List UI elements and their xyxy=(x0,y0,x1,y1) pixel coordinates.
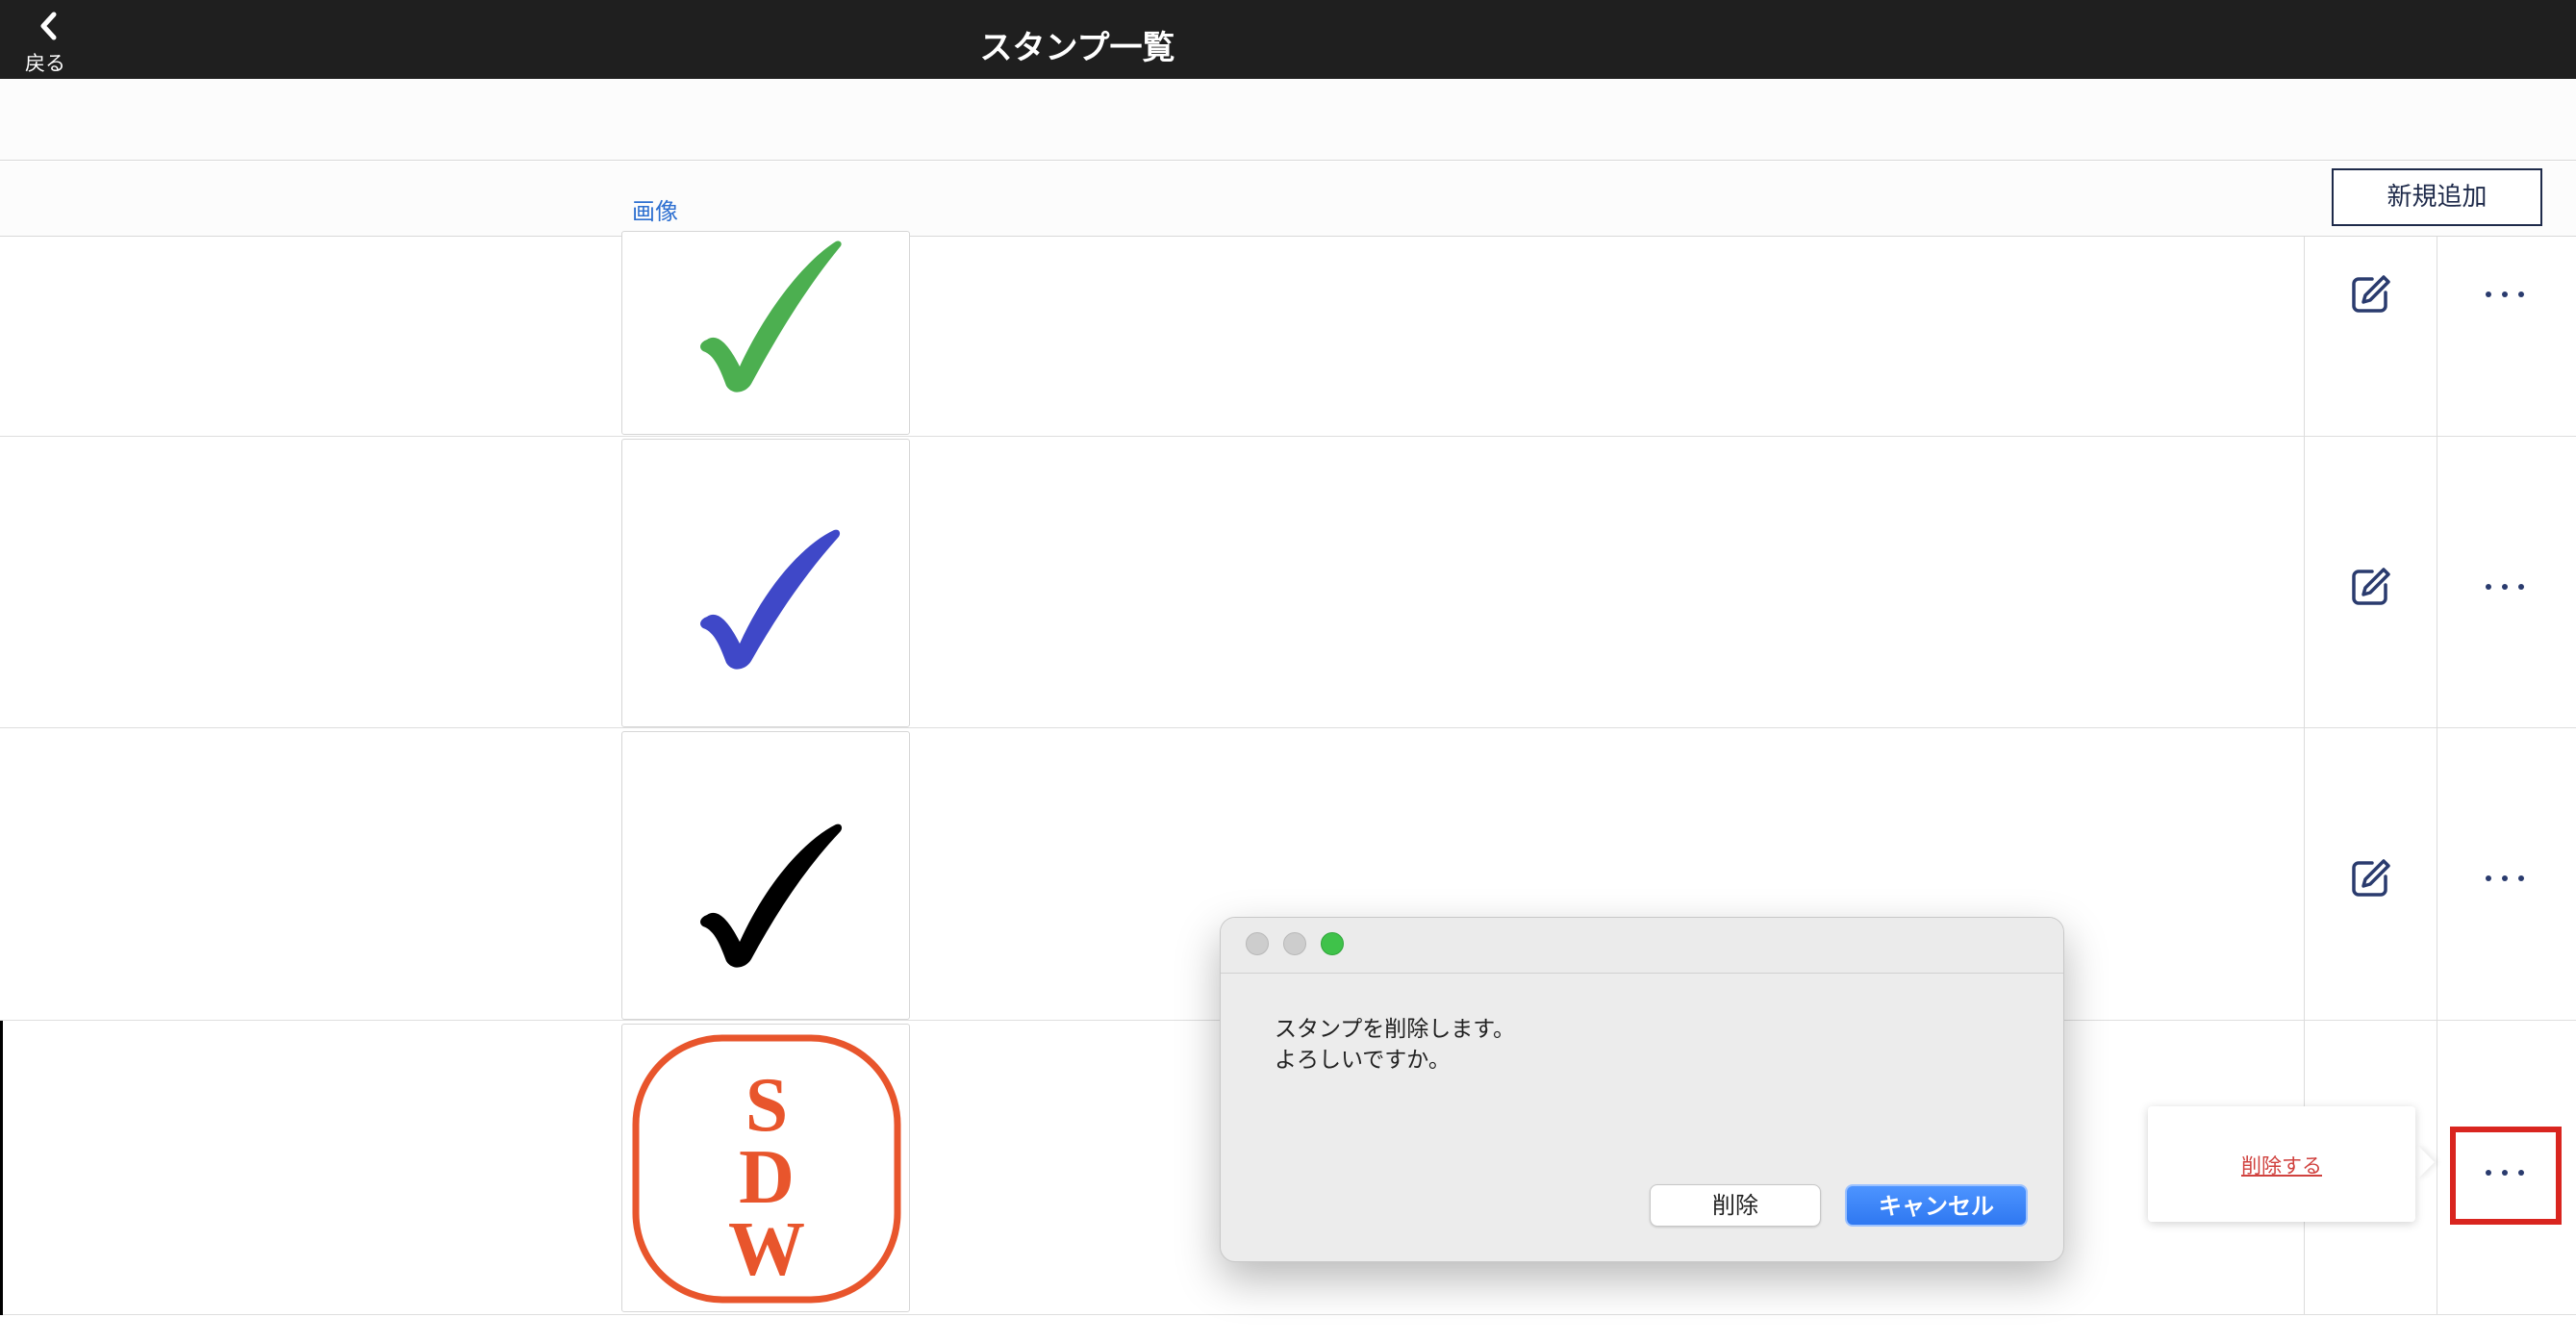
edit-button[interactable] xyxy=(2347,564,2393,610)
svg-text:W: W xyxy=(728,1207,805,1292)
dot xyxy=(2502,291,2508,297)
minimize-window-icon[interactable] xyxy=(1283,932,1306,955)
edit-button[interactable] xyxy=(2347,271,2393,317)
more-options-button[interactable] xyxy=(2480,280,2530,309)
confirm-dialog: スタンプを削除します。 よろしいですか。 削除 キャンセル xyxy=(1220,917,2064,1262)
checkmark-icon xyxy=(700,824,843,968)
add-new-button[interactable]: 新規追加 xyxy=(2332,168,2542,226)
dot xyxy=(2502,875,2508,881)
table-row xyxy=(0,237,2576,437)
close-window-icon[interactable] xyxy=(1246,932,1269,955)
edit-icon xyxy=(2352,275,2390,313)
dot xyxy=(2518,291,2524,297)
toolbar-strip xyxy=(0,79,2576,161)
dot xyxy=(2518,584,2524,590)
edit-button[interactable] xyxy=(2347,855,2393,901)
dot xyxy=(2486,584,2491,590)
dialog-cancel-button[interactable]: キャンセル xyxy=(1845,1184,2028,1227)
checkmark-icon xyxy=(700,241,842,393)
dot xyxy=(2518,875,2524,881)
page-title: スタンプ一覧 xyxy=(979,29,1175,67)
more-options-button[interactable] xyxy=(2480,572,2530,601)
zoom-window-icon[interactable] xyxy=(1321,932,1344,955)
edit-icon xyxy=(2352,859,2390,897)
row-edge xyxy=(0,1021,3,1315)
highlight-box xyxy=(2450,1127,2562,1225)
table-row xyxy=(0,437,2576,728)
table-header xyxy=(0,162,2576,237)
delete-link[interactable]: 削除する xyxy=(2148,1151,2415,1179)
stamp-thumbnail[interactable] xyxy=(621,231,910,435)
more-options-button[interactable] xyxy=(2480,864,2530,893)
dialog-delete-button[interactable]: 削除 xyxy=(1650,1184,1821,1227)
dot xyxy=(2502,584,2508,590)
stamp-thumbnail[interactable] xyxy=(621,731,910,1020)
checkmark-icon xyxy=(700,529,841,670)
stamp-list-screen: { "header": { "back_label": "戻る", "title… xyxy=(0,0,2576,1343)
dialog-message-line1: スタンプを削除します。 xyxy=(1275,1017,1516,1042)
actions-popover: 削除する xyxy=(2148,1106,2415,1222)
stamp-thumbnail[interactable]: S D W xyxy=(621,1024,910,1312)
column-header-image[interactable]: 画像 xyxy=(632,192,678,226)
app-header: 戻る スタンプ一覧 xyxy=(0,0,2576,79)
dialog-message-line2: よろしいですか。 xyxy=(1275,1048,1451,1073)
sdw-seal-icon: S D W xyxy=(632,1034,901,1304)
dot xyxy=(2486,291,2491,297)
dot xyxy=(2486,875,2491,881)
edit-icon xyxy=(2352,568,2390,605)
stamp-thumbnail[interactable] xyxy=(621,439,910,727)
dialog-titlebar xyxy=(1221,918,2063,974)
